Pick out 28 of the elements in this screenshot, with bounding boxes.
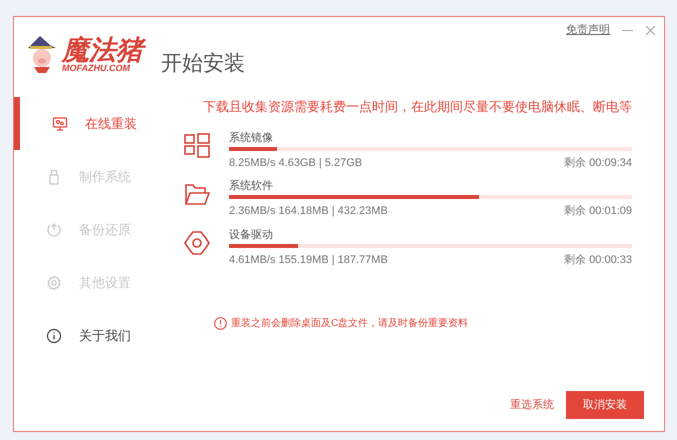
item-name: 系统软件 [229, 178, 273, 194]
warning-text: 重装之前会删除桌面及C盘文件，请及时备份重要资料 [231, 316, 468, 331]
sidebar-item[interactable]: 在线重装 [14, 97, 170, 150]
item-name: 系统镜像 [229, 130, 273, 146]
sidebar-item[interactable]: 关于我们 [14, 309, 170, 362]
remaining-time: 剩余 00:01:09 [564, 204, 632, 219]
remaining-time: 剩余 00:09:34 [564, 156, 632, 170]
info-icon [46, 328, 62, 344]
pig-mascot-drawing [26, 34, 58, 74]
transfer-stats: 8.25MB/s 4.63GB | 5.27GB [229, 156, 362, 170]
transfer-stats: 2.36MB/s 164.18MB | 432.23MB [229, 204, 388, 219]
transfer-stats: 4.61MB/s 155.19MB | 187.77MB [229, 252, 388, 268]
item-name: 设备驱动 [229, 228, 273, 242]
disclaimer-link[interactable]: 免责声明 [566, 22, 610, 38]
settings-icon [46, 274, 62, 290]
reselect-link[interactable]: 重选系统 [510, 396, 554, 414]
notice-text: 下载且收集资源需要耗费一点时间，在此期间尽量不要使电脑休眠、断电等 [203, 98, 632, 116]
cancel-install-button[interactable]: 取消安装 [566, 391, 644, 419]
warning-icon [214, 317, 227, 330]
windows-icon [183, 132, 211, 160]
gear-icon [183, 228, 211, 256]
remaining-time: 剩余 00:00:33 [564, 252, 632, 268]
logo-domain: MOFAZHU.COM [62, 64, 130, 72]
monitor-icon [52, 116, 68, 132]
page-title: 开始安装 [161, 51, 245, 77]
close-icon[interactable] [645, 24, 656, 36]
minimize-icon[interactable] [622, 30, 633, 31]
backup-icon [46, 222, 62, 238]
